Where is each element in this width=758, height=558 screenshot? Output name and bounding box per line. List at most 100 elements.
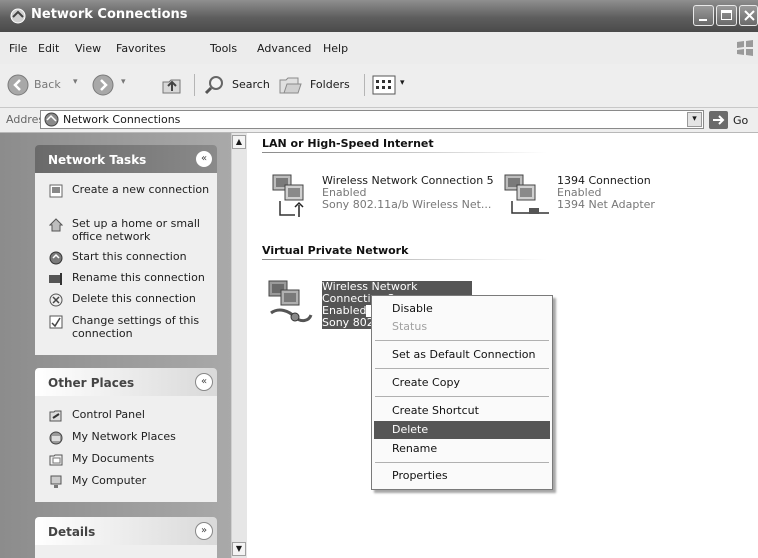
minimize-button[interactable] bbox=[693, 5, 714, 26]
vpn-connection-icon bbox=[268, 280, 313, 323]
back-button[interactable]: Back ▾ bbox=[7, 72, 85, 98]
network-connections-icon bbox=[44, 112, 59, 127]
rename-icon bbox=[49, 273, 62, 285]
close-icon bbox=[744, 10, 755, 21]
expand-chevron-icon[interactable]: » bbox=[195, 522, 213, 540]
menu-favorites[interactable]: Favorites bbox=[116, 42, 166, 55]
lan-connection-icon bbox=[504, 174, 549, 214]
folders-label: Folders bbox=[310, 78, 350, 91]
back-dropdown-icon[interactable]: ▾ bbox=[73, 77, 78, 87]
group-divider bbox=[262, 259, 547, 260]
views-button[interactable]: ▾ bbox=[372, 73, 412, 97]
address-bar: Address Network Connections ▾ Go bbox=[0, 108, 758, 133]
address-dropdown-button[interactable]: ▾ bbox=[687, 112, 702, 127]
other-places-panel: Control Panel My Network Places My Docum… bbox=[35, 396, 217, 502]
place-control-panel[interactable]: Control Panel bbox=[49, 408, 219, 423]
task-setup-home-network[interactable]: Set up a home or small office network bbox=[49, 217, 219, 245]
forward-dropdown-icon[interactable]: ▾ bbox=[121, 77, 126, 87]
window-title: Network Connections bbox=[31, 7, 188, 22]
maximize-icon bbox=[721, 10, 732, 20]
wireless-connection-icon bbox=[272, 174, 304, 217]
task-start-connection[interactable]: Start this connection bbox=[49, 250, 219, 265]
menu-item-create-shortcut[interactable]: Create Shortcut bbox=[374, 402, 550, 420]
menu-file[interactable]: File bbox=[9, 42, 27, 55]
connection-device: Sony 802 bbox=[322, 316, 374, 329]
menu-item-disable[interactable]: Disable bbox=[374, 300, 550, 318]
scroll-up-button[interactable]: ▲ bbox=[232, 135, 246, 149]
chevron-down-icon: ▼ bbox=[235, 544, 243, 553]
chevron-up-icon: ▲ bbox=[235, 137, 243, 146]
maximize-button[interactable] bbox=[716, 5, 737, 26]
group-title-vpn: Virtual Private Network bbox=[262, 244, 409, 257]
start-connection-icon bbox=[49, 251, 63, 265]
menu-help[interactable]: Help bbox=[323, 42, 348, 55]
details-header[interactable]: Details » bbox=[35, 517, 217, 545]
control-panel-icon bbox=[49, 410, 62, 422]
computer-icon bbox=[50, 475, 62, 488]
place-my-network-places[interactable]: My Network Places bbox=[49, 430, 219, 445]
task-pane-scrollbar[interactable]: ▲ ▼ bbox=[231, 133, 247, 558]
group-divider bbox=[262, 152, 547, 153]
views-dropdown-icon: ▾ bbox=[400, 78, 405, 88]
scroll-down-button[interactable]: ▼ bbox=[232, 542, 246, 556]
task-create-connection[interactable]: Create a new connection bbox=[49, 183, 219, 211]
task-label: Create a new connection bbox=[72, 183, 210, 196]
documents-icon bbox=[49, 454, 63, 466]
menu-separator bbox=[375, 368, 549, 369]
address-input[interactable]: Network Connections ▾ bbox=[40, 110, 704, 129]
go-arrow-icon bbox=[709, 111, 728, 129]
place-my-documents[interactable]: My Documents bbox=[49, 452, 219, 467]
delete-icon bbox=[49, 293, 63, 307]
network-tasks-title: Network Tasks bbox=[48, 153, 147, 167]
folders-button[interactable]: Folders bbox=[278, 72, 356, 98]
network-tasks-header[interactable]: Network Tasks « bbox=[35, 145, 217, 173]
task-label: Set up a home or small office network bbox=[72, 217, 200, 243]
menu-edit[interactable]: Edit bbox=[38, 42, 59, 55]
menu-tools[interactable]: Tools bbox=[210, 42, 237, 55]
menu-item-set-default[interactable]: Set as Default Connection bbox=[374, 346, 550, 364]
address-value: Network Connections bbox=[63, 113, 181, 126]
toolbar-separator bbox=[194, 74, 195, 96]
search-icon bbox=[204, 76, 223, 95]
menu-item-properties[interactable]: Properties bbox=[374, 467, 550, 485]
menu-bar: File Edit View Favorites Tools Advanced … bbox=[0, 32, 758, 65]
menu-separator bbox=[375, 340, 549, 341]
search-button[interactable]: Search bbox=[203, 72, 273, 98]
toolbar-separator bbox=[364, 74, 365, 96]
forward-button[interactable]: ▾ bbox=[92, 72, 132, 98]
details-title: Details bbox=[48, 525, 96, 539]
network-tasks-panel: Create a new connection Set up a home or… bbox=[35, 173, 217, 355]
other-places-title: Other Places bbox=[48, 376, 135, 390]
windows-logo-icon bbox=[737, 40, 753, 56]
menu-item-delete[interactable]: Delete bbox=[374, 421, 550, 439]
task-rename-connection[interactable]: Rename this connection bbox=[49, 271, 219, 286]
place-label: My Network Places bbox=[72, 430, 176, 443]
folders-icon bbox=[279, 77, 302, 94]
connection-device: 1394 Net Adapter bbox=[557, 198, 655, 211]
up-folder-icon[interactable] bbox=[160, 73, 184, 97]
toolbar: Back ▾ ▾ Search Folders ▾ bbox=[0, 64, 758, 108]
other-places-header[interactable]: Other Places « bbox=[35, 368, 217, 396]
connection-wireless-5[interactable]: Wireless Network Connection 5 Enabled So… bbox=[265, 171, 495, 221]
connection-1394[interactable]: 1394 Connection Enabled 1394 Net Adapter bbox=[499, 171, 719, 221]
go-button[interactable]: Go bbox=[709, 110, 757, 130]
network-places-icon bbox=[49, 431, 63, 445]
go-label: Go bbox=[733, 114, 749, 127]
settings-icon bbox=[49, 315, 63, 329]
task-delete-connection[interactable]: Delete this connection bbox=[49, 292, 219, 307]
menu-advanced[interactable]: Advanced bbox=[257, 42, 311, 55]
close-button[interactable] bbox=[739, 5, 758, 26]
menu-separator bbox=[375, 462, 549, 463]
menu-view[interactable]: View bbox=[75, 42, 101, 55]
forward-arrow-icon bbox=[92, 74, 114, 96]
menu-item-create-copy[interactable]: Create Copy bbox=[374, 374, 550, 392]
task-change-settings[interactable]: Change settings of this connection bbox=[49, 314, 219, 342]
place-label: Control Panel bbox=[72, 408, 145, 421]
new-connection-icon bbox=[49, 184, 63, 198]
menu-item-rename[interactable]: Rename bbox=[374, 440, 550, 458]
place-my-computer[interactable]: My Computer bbox=[49, 474, 219, 489]
collapse-chevron-icon[interactable]: « bbox=[195, 150, 213, 168]
menu-item-status: Status bbox=[392, 320, 428, 333]
place-label: My Documents bbox=[72, 452, 155, 465]
collapse-chevron-icon[interactable]: « bbox=[195, 373, 213, 391]
